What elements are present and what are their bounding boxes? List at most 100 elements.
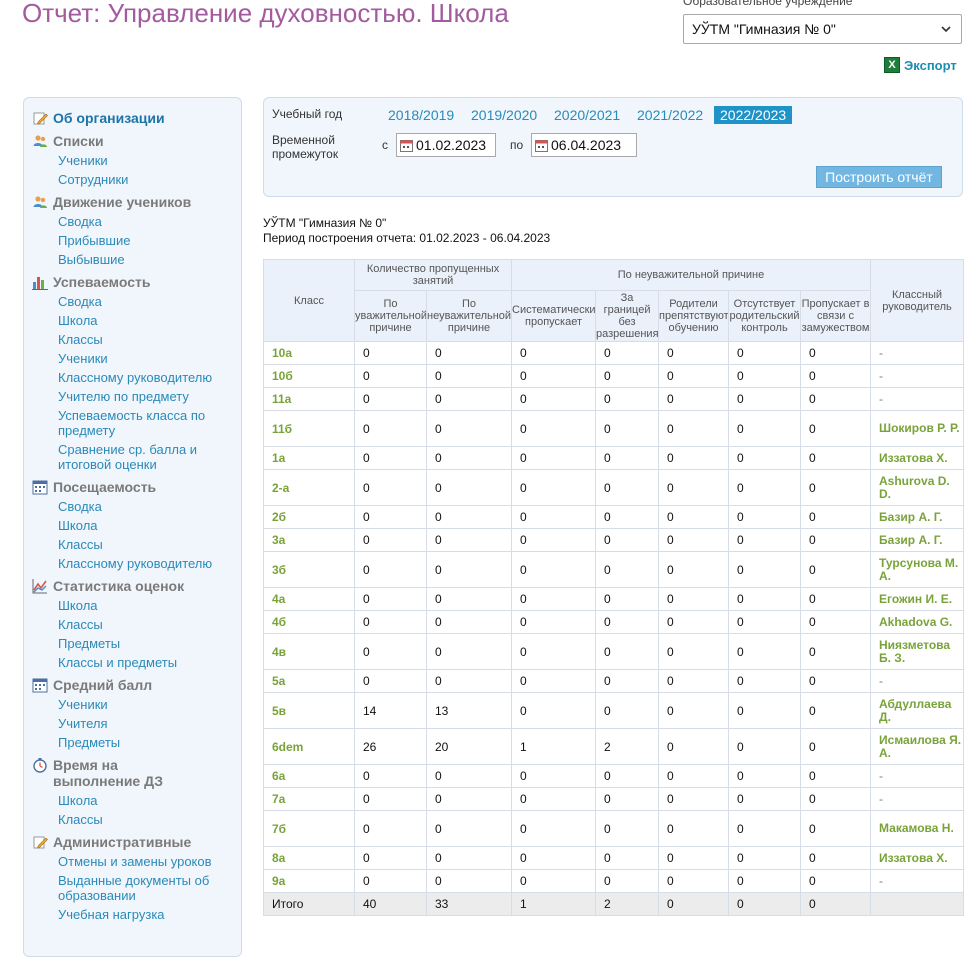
- sidebar-item[interactable]: Сводка: [58, 499, 238, 514]
- sidebar-item[interactable]: Выбывшие: [58, 252, 238, 267]
- sidebar-item[interactable]: Ученики: [58, 697, 238, 712]
- sidebar-item[interactable]: Классы: [58, 812, 238, 827]
- cell-value: 0: [354, 446, 427, 470]
- sidebar-item[interactable]: Учителю по предмету: [58, 389, 238, 404]
- class-link[interactable]: 4в: [263, 633, 355, 670]
- teacher-link[interactable]: Абдуллаева Д.: [870, 692, 965, 729]
- teacher-link[interactable]: Ashurova D. D.: [870, 469, 965, 506]
- sidebar-item[interactable]: Сотрудники: [58, 172, 238, 187]
- org-select[interactable]: УЎТМ "Гимназия № 0": [683, 14, 962, 44]
- class-link[interactable]: 11б: [263, 410, 355, 447]
- class-link[interactable]: 10а: [263, 341, 355, 365]
- class-link[interactable]: 5в: [263, 692, 355, 729]
- teacher-link[interactable]: Шокиров Р. Р.: [870, 410, 965, 447]
- sidebar-item[interactable]: Учебная нагрузка: [58, 907, 238, 922]
- year-tab-3[interactable]: 2021/2022: [631, 106, 709, 124]
- cell-value: 0: [595, 846, 660, 870]
- class-link[interactable]: 6а: [263, 764, 355, 788]
- sidebar-item[interactable]: Ученики: [58, 153, 238, 168]
- cell-value: 0: [595, 787, 660, 811]
- teacher-link[interactable]: Базир А. Г.: [870, 505, 965, 529]
- sidebar-item[interactable]: Классному руководителю: [58, 370, 238, 385]
- teacher-link[interactable]: Егожин И. Е.: [870, 587, 965, 611]
- build-report-button[interactable]: Построить отчёт: [816, 166, 942, 188]
- cell-value: 14: [354, 692, 427, 729]
- cell-value: 0: [511, 469, 597, 506]
- class-link[interactable]: 1а: [263, 446, 355, 470]
- sidebar-item[interactable]: Сводка: [58, 294, 238, 309]
- teacher-link[interactable]: Ниязметова Б. З.: [870, 633, 965, 670]
- teacher-link[interactable]: Akhadova G.: [870, 610, 965, 634]
- class-link[interactable]: 7б: [263, 810, 355, 847]
- class-link[interactable]: 10б: [263, 364, 355, 388]
- sidebar-item[interactable]: Предметы: [58, 636, 238, 651]
- sidebar-item[interactable]: Школа: [58, 793, 238, 808]
- teacher-link[interactable]: Макамова Н.: [870, 810, 965, 847]
- cell-value: 0: [425, 364, 513, 388]
- sidebar-item[interactable]: Классному руководителю: [58, 556, 238, 571]
- sidebar-item[interactable]: Классы: [58, 537, 238, 552]
- sidebar-item[interactable]: Сводка: [58, 214, 238, 229]
- class-link[interactable]: 3б: [263, 551, 355, 588]
- date-from-input[interactable]: 01.02.2023: [396, 133, 496, 157]
- table-row: 4а 0 0 0 0 0 0 0 Егожин И. Е.: [263, 587, 965, 611]
- sidebar-item[interactable]: Школа: [58, 518, 238, 533]
- to-label: по: [510, 138, 524, 152]
- teacher-link[interactable]: Базир А. Г.: [870, 528, 965, 552]
- class-link[interactable]: 11а: [263, 387, 355, 411]
- cell-value: 0: [728, 446, 802, 470]
- sidebar-item[interactable]: Прибывшие: [58, 233, 238, 248]
- table-row: 6dem 26 20 1 2 0 0 0 Исмаилова Я. А.: [263, 728, 965, 765]
- class-link[interactable]: 7а: [263, 787, 355, 811]
- sidebar-item[interactable]: Классы и предметы: [58, 655, 238, 670]
- class-link[interactable]: 2б: [263, 505, 355, 529]
- sidebar-item[interactable]: Классы: [58, 332, 238, 347]
- cell-value: 0: [511, 669, 597, 693]
- cell-value: 0: [511, 341, 597, 365]
- sidebar-item[interactable]: Ученики: [58, 351, 238, 366]
- export-link[interactable]: X Экспорт: [884, 57, 957, 73]
- cell-value: 0: [658, 633, 730, 670]
- year-tab-4[interactable]: 2022/2023: [714, 106, 793, 124]
- class-link[interactable]: 4б: [263, 610, 355, 634]
- class-link[interactable]: 9а: [263, 869, 355, 893]
- teacher-link[interactable]: Турсунова М. А.: [870, 551, 965, 588]
- sidebar-item[interactable]: Классы: [58, 617, 238, 632]
- sidebar-section-title: Списки: [53, 133, 104, 149]
- sidebar-item[interactable]: Отмены и замены уроков: [58, 854, 238, 869]
- cell-value: 0: [595, 692, 660, 729]
- class-link[interactable]: 4а: [263, 587, 355, 611]
- sidebar-item[interactable]: Выданные документы об образовании: [58, 873, 238, 903]
- table-row: 1а 0 0 0 0 0 0 0 Иззатова Х.: [263, 446, 965, 470]
- year-tab-1[interactable]: 2019/2020: [465, 106, 543, 124]
- teacher-link[interactable]: Иззатова Х.: [870, 446, 965, 470]
- cell-value: 0: [658, 364, 730, 388]
- teacher-empty: -: [870, 341, 965, 365]
- date-to-input[interactable]: 06.04.2023: [531, 133, 637, 157]
- sidebar-item[interactable]: Сравнение ср. балла и итоговой оценки: [58, 442, 238, 472]
- cell-value: 20: [425, 728, 513, 765]
- sidebar-item[interactable]: Школа: [58, 313, 238, 328]
- cell-value: 0: [658, 728, 730, 765]
- sidebar-item[interactable]: Предметы: [58, 735, 238, 750]
- sidebar-section-0[interactable]: Об организации: [32, 110, 165, 126]
- total-value: 1: [511, 892, 597, 916]
- total-value: 0: [658, 892, 730, 916]
- class-link[interactable]: 2-а: [263, 469, 355, 506]
- teacher-link[interactable]: Исмаилова Я. А.: [870, 728, 965, 765]
- year-tab-0[interactable]: 2018/2019: [382, 106, 460, 124]
- teacher-link[interactable]: Иззатова Х.: [870, 846, 965, 870]
- cell-value: 0: [800, 446, 872, 470]
- sidebar-item[interactable]: Школа: [58, 598, 238, 613]
- class-link[interactable]: 3а: [263, 528, 355, 552]
- sidebar-item[interactable]: Учителя: [58, 716, 238, 731]
- class-link[interactable]: 8а: [263, 846, 355, 870]
- cell-value: 0: [354, 587, 427, 611]
- year-tab-2[interactable]: 2020/2021: [548, 106, 626, 124]
- cell-value: 0: [425, 587, 513, 611]
- sidebar-item[interactable]: Успеваемость класса по предмету: [58, 408, 238, 438]
- cell-value: 0: [800, 587, 872, 611]
- class-link[interactable]: 5а: [263, 669, 355, 693]
- class-link[interactable]: 6dem: [263, 728, 355, 765]
- cell-value: 0: [425, 505, 513, 529]
